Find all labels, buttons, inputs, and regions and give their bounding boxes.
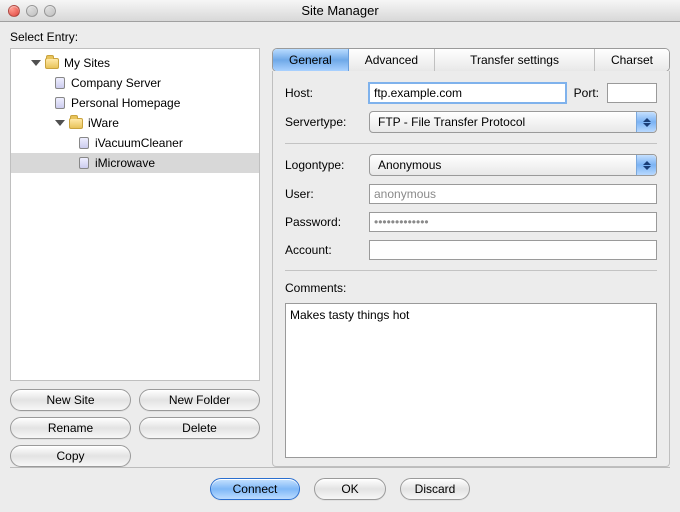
- updown-icon: [636, 112, 656, 132]
- tree-label: iMicrowave: [95, 156, 155, 170]
- folder-icon: [69, 118, 83, 129]
- server-icon: [55, 97, 65, 109]
- zoom-icon[interactable]: [44, 5, 56, 17]
- server-icon: [55, 77, 65, 89]
- user-label: User:: [285, 187, 361, 201]
- updown-icon: [636, 155, 656, 175]
- server-icon: [79, 157, 89, 169]
- titlebar: Site Manager: [0, 0, 680, 22]
- port-input[interactable]: [607, 83, 657, 103]
- copy-button[interactable]: Copy: [10, 445, 131, 467]
- new-site-button[interactable]: New Site: [10, 389, 131, 411]
- tree-label: iVacuumCleaner: [95, 136, 183, 150]
- delete-button[interactable]: Delete: [139, 417, 260, 439]
- rename-button[interactable]: Rename: [10, 417, 131, 439]
- tree-label: Company Server: [71, 76, 161, 90]
- tab-transfer-settings[interactable]: Transfer settings: [435, 49, 595, 71]
- password-input: [369, 212, 657, 232]
- tabs: General Advanced Transfer settings Chars…: [272, 48, 670, 72]
- comments-textarea[interactable]: [285, 303, 657, 458]
- divider: [285, 143, 657, 144]
- minimize-icon[interactable]: [26, 5, 38, 17]
- window-controls: [8, 5, 56, 17]
- comments-label: Comments:: [285, 281, 657, 295]
- general-panel: Host: Port: Servertype: FTP - File Trans…: [272, 71, 670, 467]
- logontype-label: Logontype:: [285, 158, 361, 172]
- close-icon[interactable]: [8, 5, 20, 17]
- servertype-select[interactable]: FTP - File Transfer Protocol: [369, 111, 657, 133]
- tree-site-company-server[interactable]: Company Server: [11, 73, 259, 93]
- footer: Connect OK Discard: [10, 467, 670, 512]
- port-label: Port:: [574, 86, 599, 100]
- host-input[interactable]: [369, 83, 566, 103]
- logontype-value: Anonymous: [378, 158, 441, 172]
- tree-site-imicrowave[interactable]: iMicrowave: [11, 153, 259, 173]
- chevron-down-icon[interactable]: [31, 60, 41, 66]
- tab-general[interactable]: General: [273, 49, 349, 71]
- select-entry-label: Select Entry:: [10, 30, 670, 44]
- host-label: Host:: [285, 86, 361, 100]
- discard-button[interactable]: Discard: [400, 478, 471, 500]
- user-input: [369, 184, 657, 204]
- new-folder-button[interactable]: New Folder: [139, 389, 260, 411]
- servertype-label: Servertype:: [285, 115, 361, 129]
- account-label: Account:: [285, 243, 361, 257]
- site-tree[interactable]: My Sites Company Server Personal Homepag…: [10, 48, 260, 381]
- tree-folder-my-sites[interactable]: My Sites: [11, 53, 259, 73]
- account-input: [369, 240, 657, 260]
- tree-folder-iware[interactable]: iWare: [11, 113, 259, 133]
- connect-button[interactable]: Connect: [210, 478, 301, 500]
- servertype-value: FTP - File Transfer Protocol: [378, 115, 525, 129]
- tree-label: Personal Homepage: [71, 96, 180, 110]
- tree-site-ivacuumcleaner[interactable]: iVacuumCleaner: [11, 133, 259, 153]
- folder-icon: [45, 58, 59, 69]
- ok-button[interactable]: OK: [314, 478, 385, 500]
- tree-site-personal-homepage[interactable]: Personal Homepage: [11, 93, 259, 113]
- password-label: Password:: [285, 215, 361, 229]
- tab-charset[interactable]: Charset: [595, 49, 669, 71]
- chevron-down-icon[interactable]: [55, 120, 65, 126]
- divider: [285, 270, 657, 271]
- tree-label: My Sites: [64, 56, 110, 70]
- tab-advanced[interactable]: Advanced: [349, 49, 435, 71]
- logontype-select[interactable]: Anonymous: [369, 154, 657, 176]
- server-icon: [79, 137, 89, 149]
- window-title: Site Manager: [301, 3, 378, 18]
- tree-label: iWare: [88, 116, 119, 130]
